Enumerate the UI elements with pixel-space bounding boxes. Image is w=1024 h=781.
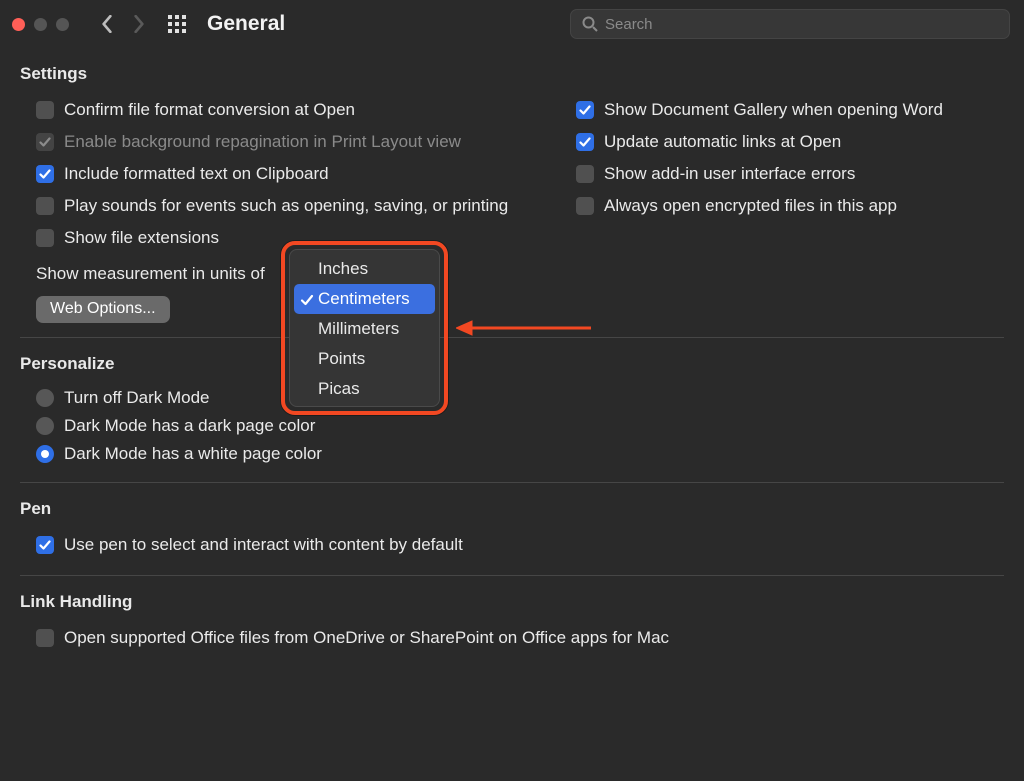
settings-label: Play sounds for events such as opening, … bbox=[64, 196, 508, 216]
measurement-row: Show measurement in units of bbox=[36, 258, 1004, 290]
pen-section: Pen Use pen to select and interact with … bbox=[20, 482, 1004, 561]
personalize-label: Dark Mode has a white page color bbox=[64, 444, 322, 464]
settings-head: Settings bbox=[20, 64, 1004, 84]
checkbox-icon[interactable] bbox=[576, 101, 594, 119]
settings-row[interactable]: Always open encrypted files in this app bbox=[576, 190, 1004, 222]
titlebar: General bbox=[0, 0, 1024, 48]
link-handling-section: Link Handling Open supported Office file… bbox=[20, 575, 1004, 654]
settings-label: Show add-in user interface errors bbox=[604, 164, 855, 184]
measurement-label: Show measurement in units of bbox=[36, 264, 265, 284]
units-menu-label: Inches bbox=[318, 259, 368, 279]
web-options-button[interactable]: Web Options... bbox=[36, 296, 170, 323]
settings-row[interactable]: Play sounds for events such as opening, … bbox=[36, 190, 560, 222]
search-input[interactable] bbox=[570, 9, 1010, 39]
units-menu-label: Picas bbox=[318, 379, 360, 399]
content: Settings Confirm file format conversion … bbox=[0, 48, 1024, 674]
checkbox-icon[interactable] bbox=[576, 133, 594, 151]
radio-icon[interactable] bbox=[36, 445, 54, 463]
settings-label: Include formatted text on Clipboard bbox=[64, 164, 329, 184]
settings-row[interactable]: Update automatic links at Open bbox=[576, 126, 1004, 158]
units-menu-item[interactable]: Millimeters bbox=[294, 314, 435, 344]
settings-row[interactable]: Show Document Gallery when opening Word bbox=[576, 94, 1004, 126]
settings-row[interactable]: Show add-in user interface errors bbox=[576, 158, 1004, 190]
settings-row: Enable background repagination in Print … bbox=[36, 126, 560, 158]
units-menu-label: Millimeters bbox=[318, 319, 399, 339]
pen-label: Use pen to select and interact with cont… bbox=[64, 535, 463, 555]
units-menu-wrap: Inches Centimeters Millimeters Points Picas bbox=[281, 241, 448, 415]
checkbox-icon[interactable] bbox=[36, 101, 54, 119]
forward-button[interactable] bbox=[127, 12, 151, 36]
personalize-label: Turn off Dark Mode bbox=[64, 388, 210, 408]
settings-label: Show Document Gallery when opening Word bbox=[604, 100, 943, 120]
settings-row[interactable]: Confirm file format conversion at Open bbox=[36, 94, 560, 126]
personalize-label: Dark Mode has a dark page color bbox=[64, 416, 315, 436]
units-menu[interactable]: Inches Centimeters Millimeters Points Picas bbox=[289, 249, 440, 407]
units-menu-item[interactable]: Picas bbox=[294, 374, 435, 404]
units-menu-label: Centimeters bbox=[318, 289, 410, 309]
show-all-icon[interactable] bbox=[165, 12, 189, 36]
search-wrap bbox=[570, 9, 1010, 39]
personalize-row[interactable]: Dark Mode has a dark page color bbox=[36, 412, 1004, 440]
personalize-section: Personalize Turn off Dark Mode Dark Mode … bbox=[20, 337, 1004, 468]
radio-icon[interactable] bbox=[36, 417, 54, 435]
personalize-row[interactable]: Turn off Dark Mode bbox=[36, 384, 1004, 412]
checkbox-icon[interactable] bbox=[36, 229, 54, 247]
units-menu-item[interactable]: Inches bbox=[294, 254, 435, 284]
checkbox-icon bbox=[36, 133, 54, 151]
pen-head: Pen bbox=[20, 499, 1004, 519]
zoom-window-icon[interactable] bbox=[56, 18, 69, 31]
minimize-window-icon[interactable] bbox=[34, 18, 47, 31]
checkbox-icon[interactable] bbox=[36, 165, 54, 183]
settings-label: Enable background repagination in Print … bbox=[64, 132, 461, 152]
settings-row[interactable]: Include formatted text on Clipboard bbox=[36, 158, 560, 190]
back-button[interactable] bbox=[95, 12, 119, 36]
checkbox-icon[interactable] bbox=[576, 165, 594, 183]
search-icon bbox=[582, 16, 598, 32]
units-menu-item[interactable]: Points bbox=[294, 344, 435, 374]
window-title: General bbox=[207, 12, 285, 36]
settings-label: Update automatic links at Open bbox=[604, 132, 841, 152]
link-handling-row[interactable]: Open supported Office files from OneDriv… bbox=[36, 622, 1004, 654]
close-window-icon[interactable] bbox=[12, 18, 25, 31]
settings-label: Always open encrypted files in this app bbox=[604, 196, 897, 216]
settings-left-column: Confirm file format conversion at Open En… bbox=[20, 94, 560, 254]
personalize-head: Personalize bbox=[20, 354, 1004, 374]
settings-label: Confirm file format conversion at Open bbox=[64, 100, 355, 120]
settings-right-column: Show Document Gallery when opening Word U… bbox=[560, 94, 1004, 254]
checkbox-icon[interactable] bbox=[36, 629, 54, 647]
settings-section: Settings Confirm file format conversion … bbox=[20, 52, 1004, 323]
window-traffic-lights bbox=[12, 18, 69, 31]
checkbox-icon[interactable] bbox=[576, 197, 594, 215]
checkmark-icon bbox=[300, 292, 314, 306]
radio-icon[interactable] bbox=[36, 389, 54, 407]
checkbox-icon[interactable] bbox=[36, 197, 54, 215]
link-handling-label: Open supported Office files from OneDriv… bbox=[64, 628, 669, 648]
personalize-row[interactable]: Dark Mode has a white page color bbox=[36, 440, 1004, 468]
link-handling-head: Link Handling bbox=[20, 592, 1004, 612]
units-menu-item[interactable]: Centimeters bbox=[294, 284, 435, 314]
units-menu-label: Points bbox=[318, 349, 365, 369]
checkbox-icon[interactable] bbox=[36, 536, 54, 554]
settings-label: Show file extensions bbox=[64, 228, 219, 248]
pen-row[interactable]: Use pen to select and interact with cont… bbox=[36, 529, 1004, 561]
